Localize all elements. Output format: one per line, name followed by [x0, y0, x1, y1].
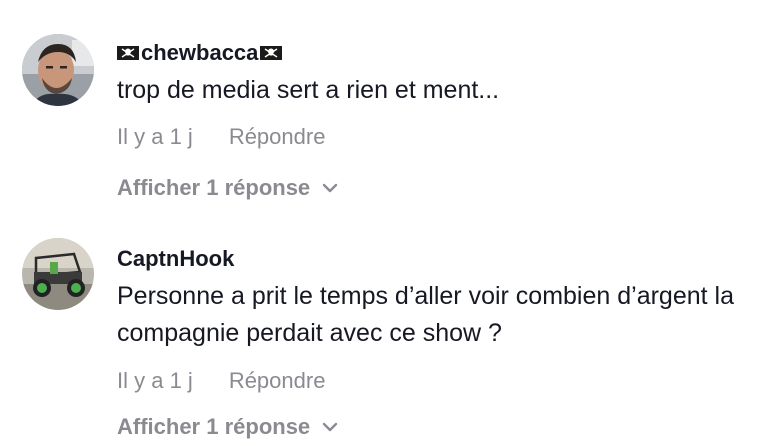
- pirate-flag-icon: [260, 46, 283, 60]
- chevron-down-icon: [322, 183, 338, 193]
- chevron-down-icon: [322, 422, 338, 432]
- username-text: chewbacca: [141, 40, 259, 65]
- comment-item: chewbacca trop de media sert a rien et m…: [0, 0, 776, 220]
- timestamp: Il y a 1 j: [117, 368, 193, 393]
- avatar[interactable]: [22, 34, 94, 106]
- comment-item: CaptnHook Personne a prit le temps d’all…: [0, 220, 776, 446]
- comment-meta: Il y a 1 j Répondre: [117, 124, 325, 150]
- profile-photo-buggy-icon: [22, 238, 94, 310]
- profile-photo-man-icon: [22, 34, 94, 106]
- reply-button[interactable]: Répondre: [229, 124, 326, 150]
- avatar[interactable]: [22, 238, 94, 310]
- comment-meta: Il y a 1 j Répondre: [117, 368, 325, 394]
- show-replies-button[interactable]: Afficher 1 réponse: [117, 414, 338, 440]
- username-text: CaptnHook: [117, 246, 235, 271]
- comment-text: Personne a prit le temps d’aller voir co…: [117, 282, 734, 347]
- username[interactable]: CaptnHook: [117, 246, 234, 272]
- username[interactable]: chewbacca: [117, 40, 283, 66]
- reply-button[interactable]: Répondre: [229, 368, 326, 394]
- pirate-flag-icon: [117, 46, 139, 60]
- timestamp: Il y a 1 j: [117, 124, 193, 149]
- show-replies-button[interactable]: Afficher 1 réponse: [117, 175, 338, 201]
- comment-text: trop de media sert a rien et ment...: [117, 76, 500, 104]
- show-replies-label: Afficher 1 réponse: [117, 175, 311, 200]
- show-replies-label: Afficher 1 réponse: [117, 414, 311, 439]
